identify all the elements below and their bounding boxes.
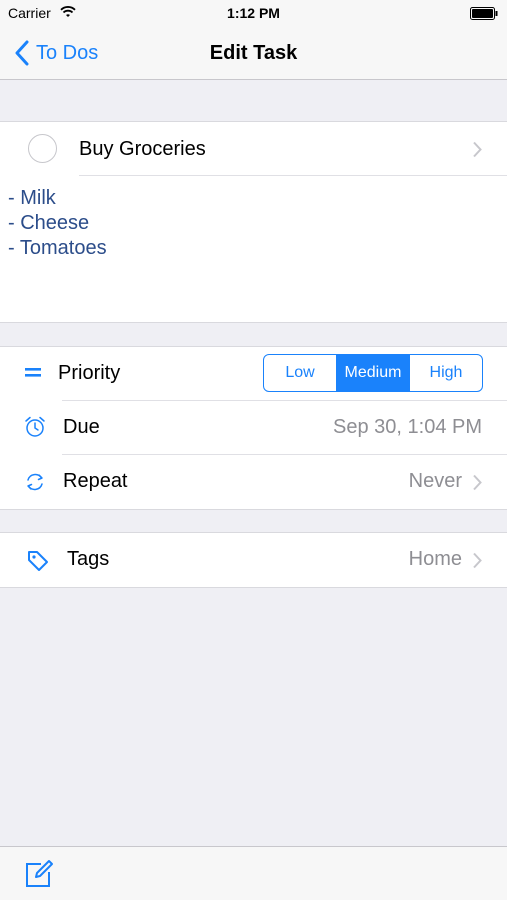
chevron-right-icon (473, 141, 482, 158)
task-group: Buy Groceries - Milk - Cheese - Tomatoes (0, 121, 507, 323)
tags-value: Home (408, 548, 462, 570)
priority-segmented-control[interactable]: Low Medium High (263, 354, 483, 392)
repeat-label: Repeat (63, 470, 128, 492)
task-title-row[interactable]: Buy Groceries (0, 122, 507, 176)
tags-label: Tags (67, 548, 110, 570)
priority-low-segment[interactable]: Low (264, 355, 336, 391)
complete-checkbox[interactable] (28, 134, 57, 163)
notes-line: - Cheese (8, 212, 90, 234)
notes-line: - Milk (8, 187, 56, 209)
task-notes[interactable]: - Milk - Cheese - Tomatoes (0, 176, 507, 322)
tags-row[interactable]: Tags Home (0, 533, 507, 587)
chevron-right-icon (473, 552, 482, 569)
priority-high-segment[interactable]: High (409, 355, 482, 391)
notes-line: - Tomatoes (8, 237, 107, 259)
tag-icon (28, 551, 48, 571)
due-row[interactable]: Due Sep 30, 1:04 PM (0, 401, 507, 455)
status-bar: Carrier 1:12 PM (0, 0, 507, 28)
priority-row: Priority Low Medium High (0, 347, 507, 401)
due-label: Due (63, 416, 100, 438)
compose-icon[interactable] (24, 859, 54, 889)
status-time: 1:12 PM (227, 5, 280, 21)
repeat-value: Never (408, 470, 462, 492)
task-title: Buy Groceries (79, 138, 206, 160)
repeat-row[interactable]: Repeat Never (0, 455, 507, 509)
priority-label: Priority (58, 362, 121, 384)
alarm-clock-icon (25, 416, 45, 437)
due-value: Sep 30, 1:04 PM (333, 416, 482, 438)
navigation-bar: To Dos Edit Task (0, 28, 507, 80)
tags-group: Tags Home (0, 532, 507, 588)
menu-lines-icon (25, 368, 41, 377)
battery-icon (470, 7, 498, 20)
chevron-right-icon (473, 474, 482, 491)
priority-medium-segment[interactable]: Medium (336, 355, 409, 391)
bottom-toolbar (0, 846, 507, 900)
page-title: Edit Task (209, 42, 298, 64)
details-group: Priority Low Medium High Due Sep 30, 1:0… (0, 346, 507, 510)
repeat-icon (27, 473, 43, 491)
